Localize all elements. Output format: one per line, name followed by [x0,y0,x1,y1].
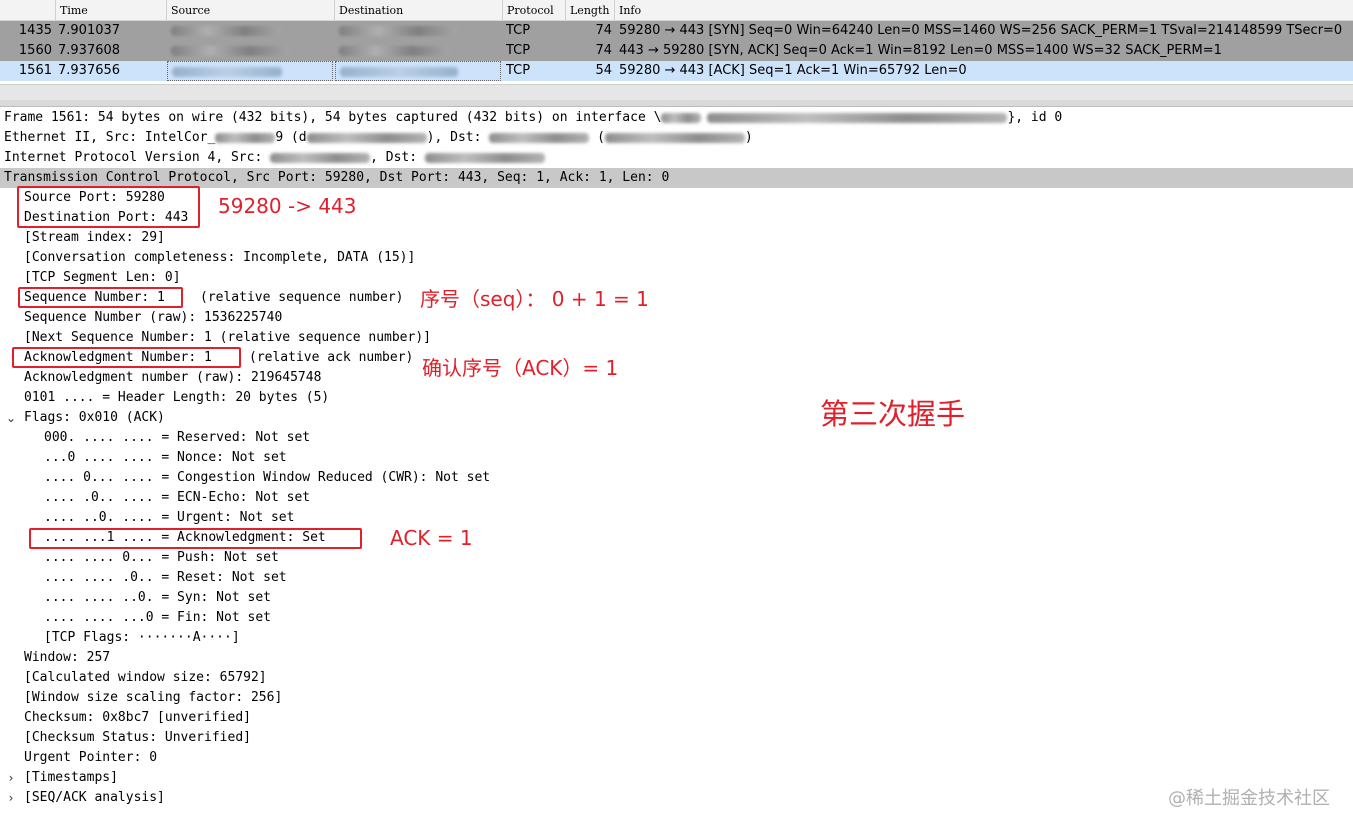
ipv4-summary: Internet Protocol Version 4, Src: [4,150,271,165]
redacted-text [270,152,371,163]
column-length[interactable]: Length [566,0,615,20]
window[interactable]: Window: 257 [24,648,110,668]
chevron-down-icon[interactable]: ⌄ [5,408,17,428]
urgent-pointer[interactable]: Urgent Pointer: 0 [24,748,157,768]
packet-length: 74 [595,23,612,38]
column-info[interactable]: Info [615,0,1353,20]
conversation-completeness[interactable]: [Conversation completeness: Incomplete, … [24,248,415,268]
flag-fin[interactable]: .... .... ...0 = Fin: Not set [44,608,271,628]
ethernet-summary: 9 (d [275,130,307,145]
horizontal-scrollbar[interactable] [0,84,1353,101]
stream-index[interactable]: [Stream index: 29] [24,228,165,248]
column-source[interactable]: Source [167,0,335,20]
frame-summary: Frame 1561: 54 bytes on wire (432 bits),… [4,110,662,125]
ethernet-summary: ) [744,130,753,145]
packet-number: 1560 [18,43,52,58]
tcp-flags-summary[interactable]: [TCP Flags: ·······A····] [44,628,240,648]
chevron-right-icon[interactable]: › [5,768,17,788]
packet-time: 7.937656 [58,63,121,78]
tree-tcp[interactable]: Transmission Control Protocol, Src Port:… [0,168,1353,188]
annotation-seq: 序号（seq）： 0 + 1 = 1 [420,287,649,311]
annotation-box-ack [12,347,241,368]
column-protocol[interactable]: Protocol [503,0,566,20]
packet-protocol: TCP [506,63,531,78]
packet-destination-redacted [335,61,501,81]
packet-source-redacted [167,61,333,81]
tree-ethernet[interactable]: Ethernet II, Src: IntelCor_ 9 (d ), Dst: (… [4,128,753,148]
flag-push[interactable]: .... .... 0... = Push: Not set [44,548,279,568]
flag-cwr[interactable]: .... 0... .... = Congestion Window Reduc… [44,468,490,488]
window-scaling-factor[interactable]: [Window size scaling factor: 256] [24,688,282,708]
flag-syn[interactable]: .... .... ..0. = Syn: Not set [44,588,271,608]
calculated-window-size[interactable]: [Calculated window size: 65792] [24,668,267,688]
packet-time: 7.937608 [58,43,121,58]
checksum[interactable]: Checksum: 0x8bc7 [unverified] [24,708,251,728]
checksum-status[interactable]: [Checksum Status: Unverified] [24,728,251,748]
tcp-flags[interactable]: Flags: 0x010 (ACK) [24,408,165,428]
packet-source-redacted [167,21,333,41]
chevron-right-icon[interactable]: › [5,788,17,808]
packet-info: 59280 → 443 [ACK] Seq=1 Ack=1 Win=65792 … [619,63,967,78]
packet-info: 59280 → 443 [SYN] Seq=0 Win=64240 Len=0 … [619,23,1343,38]
annotation-box-ports [17,186,200,228]
ethernet-summary: ), Dst: [426,130,490,145]
packet-info: 443 → 59280 [SYN, ACK] Seq=0 Ack=1 Win=8… [619,43,1222,58]
packet-list[interactable]: Time Source Destination Protocol Length … [0,0,1353,107]
acknowledgment-number-raw[interactable]: Acknowledgment number (raw): 219645748 [24,368,321,388]
pane-splitter[interactable] [0,100,1353,107]
packet-time: 7.901037 [58,23,121,38]
flag-urgent[interactable]: .... ..0. .... = Urgent: Not set [44,508,294,528]
packet-protocol: TCP [506,43,531,58]
packet-protocol: TCP [506,23,531,38]
flag-nonce[interactable]: ...0 .... .... = Nonce: Not set [44,448,287,468]
packet-destination-redacted [335,41,501,61]
redacted-text [604,132,745,143]
annotation-handshake: 第三次握手 [820,397,966,431]
flag-reset[interactable]: .... .... .0.. = Reset: Not set [44,568,287,588]
flag-ecn-echo[interactable]: .... .0.. .... = ECN-Echo: Not set [44,488,310,508]
packet-length: 54 [595,63,612,78]
watermark: @稀土掘金技术社区 [1168,788,1330,809]
column-destination[interactable]: Destination [335,0,503,20]
packet-row-selected[interactable]: 1561 7.937656 TCP 54 59280 → 443 [ACK] S… [0,61,1353,81]
seq-ack-analysis[interactable]: [SEQ/ACK analysis] [24,788,165,808]
frame-summary-tail: }, id 0 [1007,110,1063,125]
annotation-ack: 确认序号（ACK）= 1 [422,356,619,380]
tree-ipv4[interactable]: Internet Protocol Version 4, Src: , Dst: [4,148,545,168]
ethernet-summary: Ethernet II, Src: IntelCor_ [4,130,216,145]
redacted-text [215,132,276,143]
header-length[interactable]: 0101 .... = Header Length: 20 bytes (5) [24,388,329,408]
column-no[interactable] [0,0,56,20]
packet-number: 1561 [18,63,52,78]
annotation-ack-flag: ACK = 1 [390,526,473,550]
packet-destination-redacted [335,21,501,41]
annotation-box-seq [18,287,183,308]
annotation-ports: 59280 -> 443 [218,194,357,218]
packet-row[interactable]: 1560 7.937608 TCP 74 443 → 59280 [SYN, A… [0,41,1353,61]
ipv4-summary: , Dst: [370,150,425,165]
packet-row[interactable]: 1435 7.901037 TCP 74 59280 → 443 [SYN] S… [0,21,1353,41]
timestamps[interactable]: [Timestamps] [24,768,118,788]
flag-reserved[interactable]: 000. .... .... = Reserved: Not set [44,428,310,448]
ethernet-summary: ( [589,130,605,145]
redacted-text [306,132,427,143]
redacted-text [661,112,702,123]
tree-frame[interactable]: Frame 1561: 54 bytes on wire (432 bits),… [4,108,1062,128]
column-time[interactable]: Time [56,0,167,20]
redacted-text [707,112,1008,123]
packet-list-header: Time Source Destination Protocol Length … [0,0,1353,21]
redacted-text [489,132,590,143]
sequence-number-raw[interactable]: Sequence Number (raw): 1536225740 [24,308,282,328]
next-sequence-number[interactable]: [Next Sequence Number: 1 (relative seque… [24,328,431,348]
tcp-summary: Transmission Control Protocol, Src Port:… [4,170,670,185]
sequence-number-note: (relative sequence number) [200,290,404,305]
packet-source-redacted [167,41,333,61]
tcp-segment-len[interactable]: [TCP Segment Len: 0] [24,268,181,288]
acknowledgment-number-note: (relative ack number) [249,350,414,365]
redacted-text [424,152,545,163]
packet-number: 1435 [18,23,52,38]
packet-length: 74 [595,43,612,58]
annotation-box-ack-flag [29,528,362,549]
